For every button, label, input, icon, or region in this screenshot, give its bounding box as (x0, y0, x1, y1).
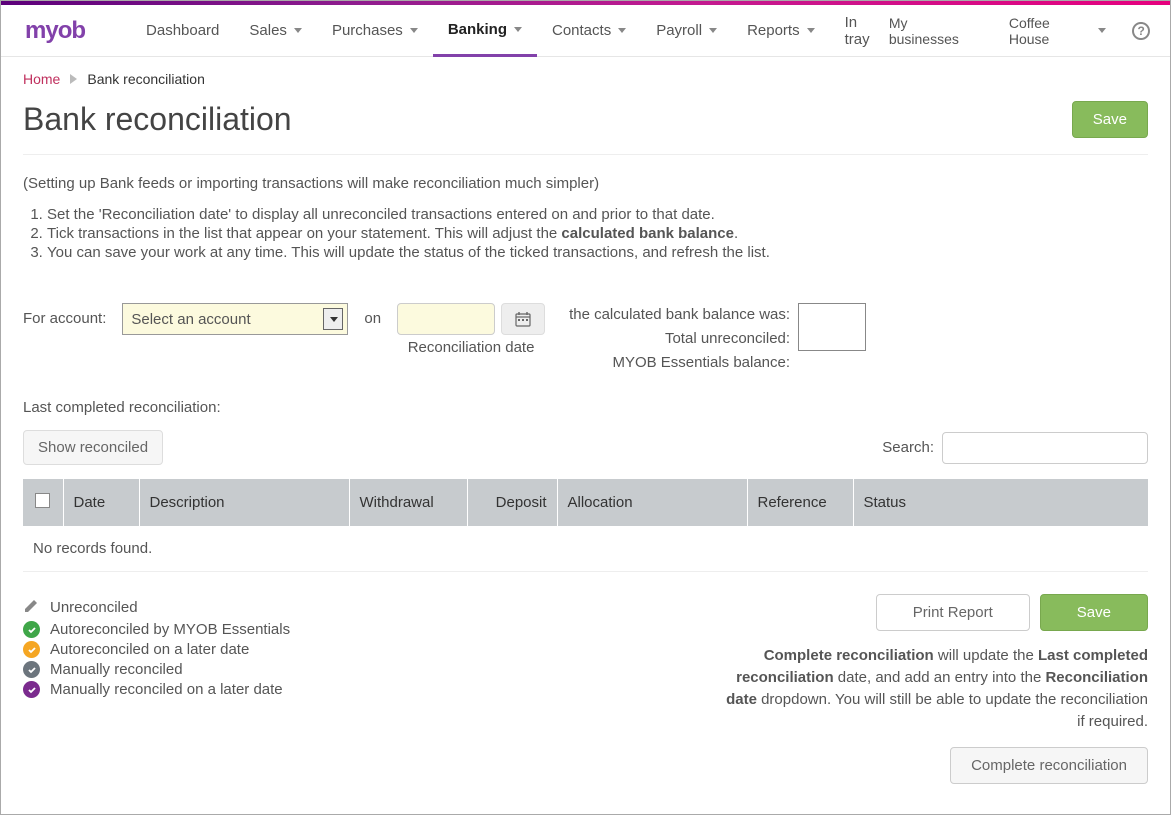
select-all-checkbox[interactable] (35, 493, 50, 508)
pencil-icon (23, 597, 40, 618)
reconciliation-date-label: Reconciliation date (408, 339, 535, 356)
breadcrumb: Home Bank reconciliation (23, 71, 1148, 87)
legend-label: Autoreconciled by MYOB Essentials (50, 621, 290, 638)
step-2: Tick transactions in the list that appea… (47, 225, 1148, 242)
on-label: on (364, 303, 381, 327)
chevron-down-icon (294, 28, 302, 33)
col-reference[interactable]: Reference (747, 479, 853, 526)
chevron-down-icon (410, 28, 418, 33)
check-circle-icon (23, 661, 40, 678)
nav-label: Contacts (552, 22, 611, 39)
nav-company-switcher[interactable]: Coffee House (1005, 5, 1111, 57)
col-deposit[interactable]: Deposit (467, 479, 557, 526)
nav-banking[interactable]: Banking (433, 5, 537, 57)
legend-label: Unreconciled (50, 599, 138, 616)
complete-reconciliation-button[interactable]: Complete reconciliation (950, 747, 1148, 784)
show-reconciled-button[interactable]: Show reconciled (23, 430, 163, 465)
nav-label: Coffee House (1009, 15, 1092, 47)
legend-label: Manually reconciled on a later date (50, 681, 283, 698)
last-completed-label: Last completed reconciliation: (23, 399, 1148, 416)
logo: myob (25, 17, 85, 45)
calculated-balance-label: the calculated bank balance was: (569, 303, 790, 327)
breadcrumb-current: Bank reconciliation (87, 71, 205, 87)
save-button[interactable]: Save (1072, 101, 1148, 138)
search-input[interactable] (942, 432, 1148, 464)
legend: Unreconciled Autoreconciled by MYOB Esse… (23, 594, 290, 701)
nav-intray[interactable]: In tray (830, 5, 885, 57)
transactions-table: Date Description Withdrawal Deposit Allo… (23, 479, 1148, 572)
col-allocation[interactable]: Allocation (557, 479, 747, 526)
calendar-icon (515, 311, 531, 327)
no-records-message: No records found. (23, 526, 1148, 572)
essentials-balance-label: MYOB Essentials balance: (569, 351, 790, 375)
nav-dashboard[interactable]: Dashboard (131, 5, 234, 57)
account-select-value: Select an account (131, 311, 250, 328)
intro-text: (Setting up Bank feeds or importing tran… (23, 175, 1148, 192)
reconciliation-date-input[interactable] (397, 303, 495, 335)
chevron-down-icon (807, 28, 815, 33)
complete-explanation: Complete reconciliation will update the … (718, 645, 1148, 733)
for-account-label: For account: (23, 303, 106, 327)
calendar-button[interactable] (501, 303, 545, 335)
nav-label: Reports (747, 22, 800, 39)
total-unreconciled-label: Total unreconciled: (569, 327, 790, 351)
nav-label: Purchases (332, 22, 403, 39)
nav-label: In tray (845, 14, 870, 48)
balance-box[interactable] (798, 303, 866, 351)
col-status[interactable]: Status (853, 479, 1148, 526)
check-circle-icon (23, 641, 40, 658)
chevron-down-icon (709, 28, 717, 33)
check-circle-icon (23, 621, 40, 638)
chevron-down-icon (618, 28, 626, 33)
breadcrumb-home[interactable]: Home (23, 71, 60, 87)
nav-label: My businesses (889, 15, 979, 47)
nav-label: Dashboard (146, 22, 219, 39)
save-button-bottom[interactable]: Save (1040, 594, 1148, 631)
legend-label: Manually reconciled (50, 661, 183, 678)
top-nav: myob Dashboard Sales Purchases Banking C… (1, 5, 1170, 57)
chevron-down-icon (514, 27, 522, 32)
page-title: Bank reconciliation (23, 101, 292, 138)
print-report-button[interactable]: Print Report (876, 594, 1030, 631)
search-label: Search: (882, 439, 934, 456)
nav-label: Banking (448, 21, 507, 38)
nav-payroll[interactable]: Payroll (641, 5, 732, 57)
col-description[interactable]: Description (139, 479, 349, 526)
nav-items: Dashboard Sales Purchases Banking Contac… (131, 5, 885, 57)
col-date[interactable]: Date (63, 479, 139, 526)
step-1: Set the 'Reconciliation date' to display… (47, 206, 1148, 223)
nav-reports[interactable]: Reports (732, 5, 830, 57)
nav-sales[interactable]: Sales (234, 5, 317, 57)
check-circle-icon (23, 681, 40, 698)
instruction-steps: Set the 'Reconciliation date' to display… (29, 206, 1148, 261)
nav-purchases[interactable]: Purchases (317, 5, 433, 57)
nav-my-businesses[interactable]: My businesses (885, 5, 983, 57)
nav-label: Payroll (656, 22, 702, 39)
nav-contacts[interactable]: Contacts (537, 5, 641, 57)
step-3: You can save your work at any time. This… (47, 244, 1148, 261)
help-icon[interactable]: ? (1132, 22, 1150, 40)
dropdown-button-icon[interactable] (323, 308, 343, 330)
col-withdrawal[interactable]: Withdrawal (349, 479, 467, 526)
breadcrumb-arrow-icon (70, 74, 77, 84)
legend-label: Autoreconciled on a later date (50, 641, 249, 658)
account-select[interactable]: Select an account (122, 303, 348, 335)
chevron-down-icon (1098, 28, 1106, 33)
nav-label: Sales (249, 22, 287, 39)
